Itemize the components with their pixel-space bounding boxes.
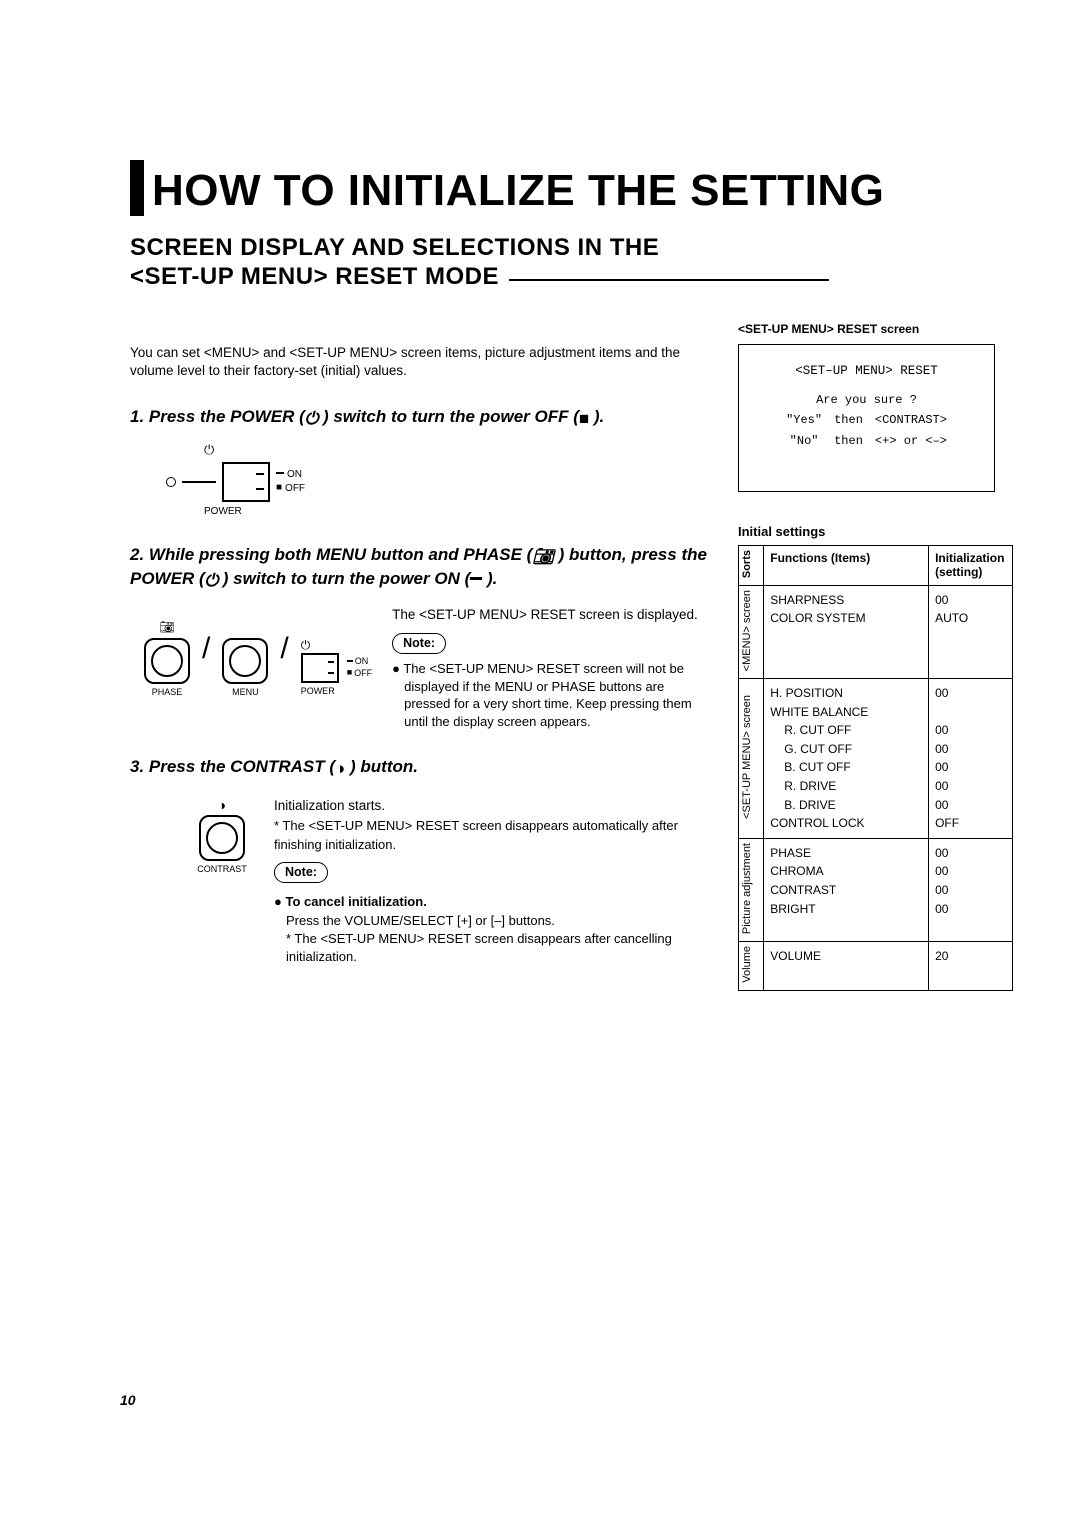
cancel-body2: * The <SET-UP MENU> RESET screen disappe… bbox=[274, 930, 710, 966]
subtitle-line1: SCREEN DISPLAY AND SELECTIONS IN THE bbox=[130, 234, 829, 263]
note-pill-2: Note: bbox=[274, 862, 328, 884]
reset-no-right: <+> or <–> bbox=[869, 431, 953, 451]
title-accent-bar bbox=[130, 160, 144, 216]
menu-label: MENU bbox=[222, 687, 268, 697]
header-init: Initialization (setting) bbox=[929, 545, 1013, 585]
cancel-body1: Press the VOLUME/SELECT [+] or [–] butto… bbox=[274, 912, 710, 930]
stop-icon: ■ bbox=[579, 408, 589, 430]
reset-yes-mid: then bbox=[828, 410, 869, 430]
on-dash-icon bbox=[470, 577, 482, 580]
sort-menu: <MENU> screen bbox=[741, 590, 753, 671]
picture-values: 00000000 bbox=[929, 838, 1013, 941]
step3-body2: * The <SET-UP MENU> RESET screen disappe… bbox=[274, 817, 710, 853]
off-label: OFF bbox=[285, 483, 305, 494]
reset-yes-left: "Yes" bbox=[780, 410, 828, 430]
on-label: ON bbox=[287, 469, 302, 480]
menu-functions: SHARPNESSCOLOR SYSTEM bbox=[764, 585, 929, 678]
sort-picture: Picture adjustment bbox=[741, 843, 753, 934]
header-functions: Functions (Items) bbox=[764, 545, 929, 585]
step2-note-body: ● The <SET-UP MENU> RESET screen will no… bbox=[392, 660, 710, 730]
reset-no-mid: then bbox=[828, 431, 869, 451]
note-pill: Note: bbox=[392, 633, 446, 655]
initial-settings-table: Sorts Functions (Items) Initialization (… bbox=[738, 545, 1013, 991]
table-row: <MENU> screen SHARPNESSCOLOR SYSTEM 00AU… bbox=[739, 585, 1013, 678]
contrast-symbol-icon: ◑ bbox=[190, 797, 254, 813]
step3-title: 3. Press the CONTRAST (◑ ) button. bbox=[130, 756, 710, 780]
table-row: Volume VOLUME 20 bbox=[739, 941, 1013, 990]
menu-button bbox=[222, 638, 268, 684]
initial-settings-caption: Initial settings bbox=[738, 524, 1013, 539]
intro-text: You can set <MENU> and <SET-UP MENU> scr… bbox=[130, 344, 710, 380]
header-sorts: Sorts bbox=[741, 550, 753, 578]
sort-setup: <SET-UP MENU> screen bbox=[741, 695, 753, 819]
reset-question: Are you sure ? bbox=[780, 390, 953, 410]
power-switch-diagram: ⏻ ON ■OFF POWER bbox=[166, 442, 710, 518]
table-row: <SET-UP MENU> screen H. POSITIONWHITE BA… bbox=[739, 679, 1013, 839]
step3-body1: Initialization starts. bbox=[274, 797, 710, 816]
phase-small-icon: 📷︎ bbox=[144, 620, 190, 636]
right-column: <SET-UP MENU> RESET screen <SET–UP MENU>… bbox=[738, 320, 1013, 991]
button-diagram: 📷︎ PHASE / MENU / ⏻ bbox=[144, 620, 372, 731]
phase-button bbox=[144, 638, 190, 684]
reset-no-left: "No" bbox=[780, 431, 828, 451]
left-column: You can set <MENU> and <SET-UP MENU> scr… bbox=[130, 320, 710, 991]
cancel-heading: ● To cancel initialization. bbox=[274, 893, 710, 911]
contrast-button-diagram: ◑ CONTRAST bbox=[190, 797, 254, 967]
step2-body: The <SET-UP MENU> RESET screen is displa… bbox=[392, 606, 710, 625]
contrast-label: CONTRAST bbox=[190, 864, 254, 874]
power-icon: ⏻ bbox=[305, 408, 318, 430]
volume-function: VOLUME bbox=[764, 941, 929, 990]
setup-functions: H. POSITIONWHITE BALANCER. CUT OFFG. CUT… bbox=[764, 679, 929, 839]
contrast-icon: ◑ bbox=[335, 758, 345, 780]
subtitle-line2: <SET-UP MENU> RESET MODE bbox=[130, 263, 499, 292]
setup-values: 00 0000000000OFF bbox=[929, 679, 1013, 839]
power-symbol-icon: ⏻ bbox=[204, 442, 710, 458]
power-caption: POWER bbox=[204, 506, 710, 518]
picture-functions: PHASECHROMACONTRASTBRIGHT bbox=[764, 838, 929, 941]
reset-yes-right: <CONTRAST> bbox=[869, 410, 953, 430]
volume-value: 20 bbox=[929, 941, 1013, 990]
menu-values: 00AUTO bbox=[929, 585, 1013, 678]
reset-screen-box: <SET–UP MENU> RESET Are you sure ? "Yes"… bbox=[738, 344, 995, 492]
mini-power-switch: ⏻ ON ■OFF POWER bbox=[301, 638, 372, 696]
step1-title: 1. Press the POWER (⏻ ) switch to turn t… bbox=[130, 406, 710, 430]
sort-volume: Volume bbox=[741, 946, 753, 983]
phase-label: PHASE bbox=[144, 687, 190, 697]
power-icon: ⏻ bbox=[205, 570, 218, 592]
reset-screen-title: <SET–UP MENU> RESET bbox=[739, 361, 994, 382]
reset-screen-caption: <SET-UP MENU> RESET screen bbox=[738, 322, 1013, 336]
step2-title: 2. While pressing both MENU button and P… bbox=[130, 544, 710, 592]
page-number: 10 bbox=[120, 1392, 136, 1408]
title-block: HOW TO INITIALIZE THE SETTING SCREEN DIS… bbox=[130, 160, 960, 292]
table-row: Picture adjustment PHASECHROMACONTRASTBR… bbox=[739, 838, 1013, 941]
main-title: HOW TO INITIALIZE THE SETTING bbox=[152, 166, 884, 216]
phase-icon: 📷︎ bbox=[532, 546, 554, 568]
